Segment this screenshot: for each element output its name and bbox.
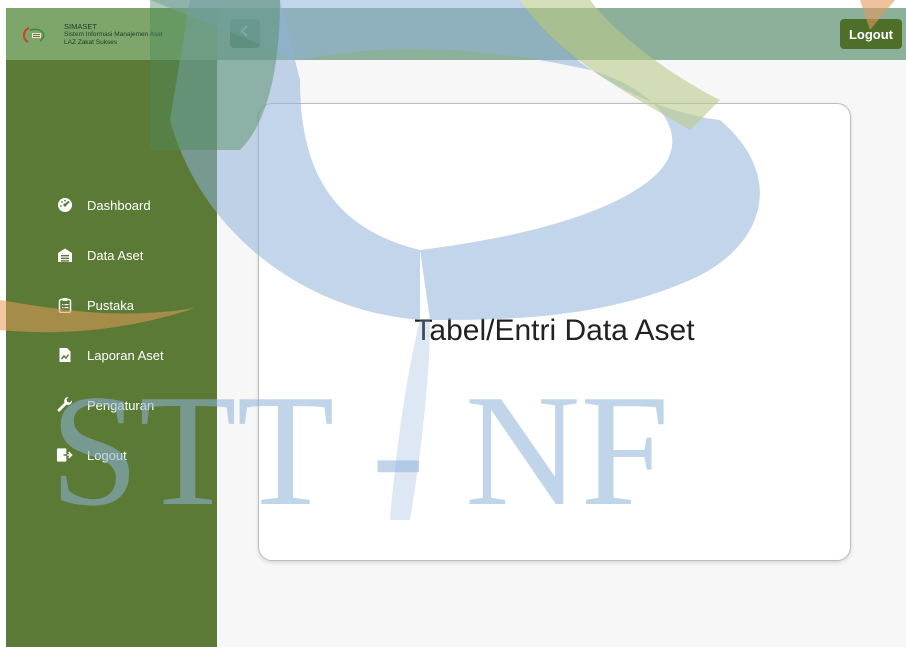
sidebar-item-label: Data Aset [87, 247, 144, 263]
brand-org: LAZ Zakat Sukses [64, 38, 118, 46]
sidebar-item-dashboard[interactable]: Dashboard [6, 180, 217, 230]
sidebar-toggle-button[interactable] [230, 19, 260, 48]
sidebar-item-label: Logout [87, 447, 127, 463]
brand-name: SIMASET [64, 22, 97, 31]
top-bar [217, 8, 906, 60]
brand-subtitle: Sistem Informasi Manajemen Aset [64, 31, 163, 38]
clipboard-icon [56, 297, 73, 314]
chevron-left-icon [239, 24, 251, 43]
sidebar-item-pustaka[interactable]: Pustaka [6, 280, 217, 330]
sidebar-item-label: Pengaturan [87, 397, 155, 413]
logout-button[interactable]: Logout [840, 19, 902, 49]
sidebar-item-logout[interactable]: Logout [6, 430, 217, 480]
gauge-icon [56, 197, 73, 214]
frame-top [0, 0, 906, 8]
sign-out-icon [56, 447, 73, 464]
wrench-icon [56, 397, 73, 414]
card-title: Tabel/Entri Data Aset [414, 314, 695, 347]
brand-logo [22, 26, 45, 43]
report-icon [56, 347, 73, 364]
sidebar-item-laporan-aset[interactable]: Laporan Aset [6, 330, 217, 380]
brand-text: SIMASET Sistem Informasi Manajemen Aset … [64, 22, 163, 46]
sidebar-item-label: Pustaka [87, 297, 134, 313]
sidebar-item-pengaturan[interactable]: Pengaturan [6, 380, 217, 430]
warehouse-icon [56, 247, 73, 264]
sidebar-item-data-aset[interactable]: Data Aset [6, 230, 217, 280]
sidebar-item-label: Laporan Aset [87, 347, 164, 363]
sidebar-item-label: Dashboard [87, 197, 151, 213]
content-card: Tabel/Entri Data Aset [258, 103, 851, 561]
